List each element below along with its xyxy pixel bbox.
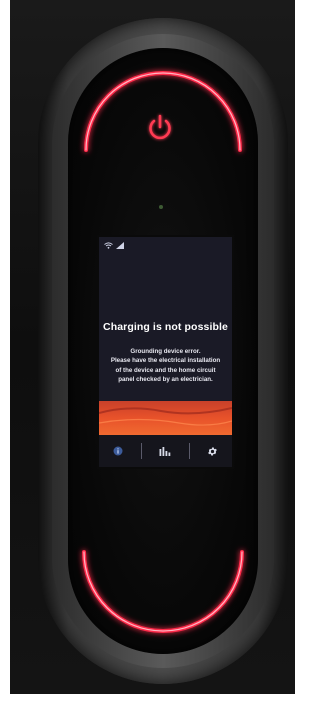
error-message-line: Grounding device error. <box>130 348 201 355</box>
error-message-line: Please have the electrical installation <box>110 357 221 365</box>
bottom-nav-bar <box>99 435 232 467</box>
wallbox-photo: Charging is not possible Grounding devic… <box>10 0 295 694</box>
error-message-line: of the device and the home circuit <box>115 366 216 374</box>
nav-divider <box>141 443 143 459</box>
led-ring-bottom <box>82 550 244 633</box>
display-screen: Charging is not possible Grounding devic… <box>99 237 232 467</box>
settings-icon <box>208 446 218 456</box>
statistics-icon <box>159 447 171 456</box>
error-title: Charging is not possible <box>103 321 228 333</box>
info-icon <box>113 446 123 456</box>
nav-divider <box>188 443 190 459</box>
nav-statistics-button[interactable] <box>150 439 180 463</box>
ambient-sensor <box>159 205 163 209</box>
nav-info-button[interactable] <box>103 439 133 463</box>
status-bar <box>104 240 124 250</box>
dune-graphic <box>99 401 232 435</box>
cellular-signal-icon <box>116 241 124 249</box>
nav-settings-button[interactable] <box>198 439 228 463</box>
error-message-line: panel checked by an electrician. <box>118 376 213 384</box>
error-message: Grounding device error. Please have the … <box>103 347 228 385</box>
wifi-icon <box>104 241 113 249</box>
power-icon[interactable] <box>142 110 178 146</box>
